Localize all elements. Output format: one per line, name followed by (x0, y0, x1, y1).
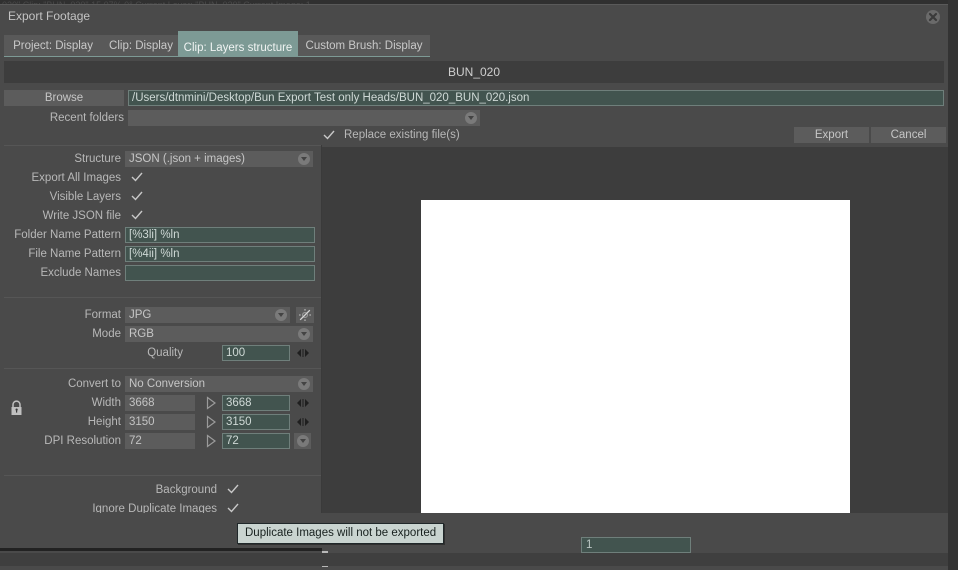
exclude-names-label: Exclude Names (40, 267, 121, 279)
quality-input[interactable]: 100 (222, 345, 290, 361)
export-all-images-checkbox[interactable] (130, 170, 144, 184)
height-input[interactable]: 3150 (222, 414, 290, 430)
width-label: Width (91, 397, 121, 409)
page-number-input[interactable]: 1 (581, 537, 691, 553)
dpi-source-value: 72 (125, 433, 195, 449)
background-checkbox[interactable] (226, 482, 240, 496)
recent-folders-label: Recent folders (49, 112, 124, 124)
convert-to-label: Convert to (67, 378, 121, 390)
quality-label: Quality (147, 347, 183, 359)
clip-name-header: BUN_020 (4, 61, 944, 83)
file-name-pattern-input[interactable]: [%4ii] %ln (125, 246, 315, 262)
convert-to-value: No Conversion (129, 378, 206, 390)
export-button[interactable]: Export (794, 127, 869, 143)
tab-custom-brush-display[interactable]: Custom Brush: Display (300, 35, 428, 57)
mode-dropdown[interactable]: RGB (125, 326, 313, 342)
width-source-value: 3668 (125, 395, 195, 411)
dpi-preset-dropdown[interactable] (294, 433, 311, 449)
browse-button[interactable]: Browse (4, 90, 124, 106)
tab-bar: Project: Display Clip: Display Clip: Lay… (0, 31, 948, 57)
dialog-titlebar: Export Footage (0, 5, 948, 29)
mode-label: Mode (92, 328, 121, 340)
chevron-down-icon (298, 328, 310, 340)
structure-dropdown[interactable]: JSON (.json + images) (125, 151, 313, 167)
width-stepper[interactable] (294, 395, 312, 411)
format-dropdown[interactable]: JPG (125, 307, 290, 323)
replace-existing-label: Replace existing file(s) (344, 129, 460, 141)
write-json-file-label: Write JSON file (42, 210, 121, 222)
format-label: Format (84, 309, 121, 321)
file-name-pattern-label: File Name Pattern (28, 248, 121, 260)
tab-project-display[interactable]: Project: Display (6, 35, 100, 57)
quality-stepper[interactable] (294, 345, 312, 361)
divider-top (4, 145, 321, 146)
divider-size (4, 368, 321, 369)
folder-name-pattern-label: Folder Name Pattern (14, 229, 121, 241)
visible-layers-checkbox[interactable] (130, 189, 144, 203)
height-label: Height (87, 416, 121, 428)
width-transfer-arrow-icon[interactable] (203, 395, 219, 411)
dialog-body: BUN_020 Browse /Users/dtnmini/Desktop/Bu… (0, 57, 948, 570)
background-label: Background (155, 484, 217, 496)
footer-strip (0, 553, 948, 566)
chevron-down-icon (465, 112, 477, 124)
divider-format (4, 297, 321, 298)
dpi-transfer-arrow-icon[interactable] (203, 433, 219, 449)
structure-label: Structure (74, 153, 121, 165)
export-footage-dialog: Export Footage Project: Display Clip: Di… (0, 4, 948, 570)
chevron-down-icon (275, 309, 287, 321)
tooltip-duplicate-images: Duplicate Images will not be exported (237, 523, 445, 544)
preview-image (421, 200, 850, 565)
tab-clip-display[interactable]: Clip: Display (102, 35, 180, 57)
horizontal-scroll-track[interactable] (0, 548, 322, 551)
chevron-down-icon (298, 153, 310, 165)
visible-layers-label: Visible Layers (49, 191, 121, 203)
dpi-input[interactable]: 72 (222, 433, 290, 449)
divider-options (4, 475, 321, 476)
tab-clip-layers-structure[interactable]: Clip: Layers structure (178, 31, 298, 57)
structure-value: JSON (.json + images) (129, 153, 245, 165)
width-input[interactable]: 3668 (222, 395, 290, 411)
cancel-button[interactable]: Cancel (871, 127, 946, 143)
exclude-names-input[interactable] (125, 265, 315, 281)
format-value: JPG (129, 309, 152, 321)
folder-name-pattern-input[interactable]: [%3li] %ln (125, 227, 315, 243)
preview-panel[interactable] (322, 147, 948, 565)
clip-name-value: BUN_020 (447, 65, 501, 79)
close-icon[interactable] (926, 10, 940, 24)
height-source-value: 3150 (125, 414, 195, 430)
height-transfer-arrow-icon[interactable] (203, 414, 219, 430)
dialog-title: Export Footage (8, 9, 91, 23)
write-json-file-checkbox[interactable] (130, 208, 144, 222)
chevron-down-icon (298, 378, 310, 390)
gear-disabled-icon[interactable] (296, 307, 314, 323)
convert-to-dropdown[interactable]: No Conversion (125, 376, 313, 392)
height-stepper[interactable] (294, 414, 312, 430)
export-all-images-label: Export All Images (31, 172, 121, 184)
background-right-edge (948, 0, 958, 570)
replace-existing-checkbox[interactable] (322, 128, 336, 142)
dpi-resolution-label: DPI Resolution (44, 435, 121, 447)
mode-value: RGB (129, 328, 154, 340)
chevron-down-icon (296, 435, 309, 447)
export-path-input[interactable]: /Users/dtnmini/Desktop/Bun Export Test o… (128, 90, 944, 106)
recent-folders-dropdown[interactable] (128, 110, 480, 126)
